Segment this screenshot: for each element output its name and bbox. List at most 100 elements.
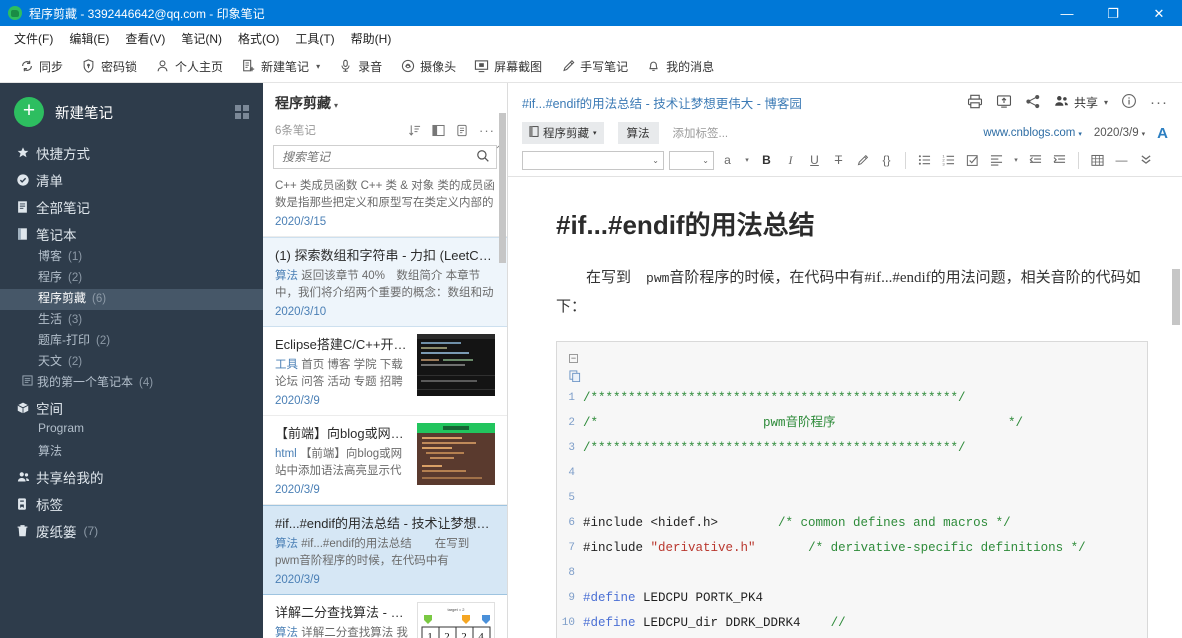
chevron-down-icon[interactable]: ▾ — [334, 101, 338, 110]
code-copy-button[interactable] — [557, 368, 1147, 386]
text-color-icon[interactable]: a — [717, 150, 738, 170]
sidebar-item-all-notes[interactable]: 全部笔记 — [0, 193, 263, 220]
sidebar-item-checklist[interactable]: 清单 — [0, 166, 263, 193]
code-block[interactable]: − 1 /***********************************… — [556, 340, 1148, 638]
document-heading: #if...#endif的用法总结 — [556, 210, 815, 240]
sort-icon[interactable] — [408, 124, 421, 137]
note-list-scrollbar[interactable] — [499, 83, 506, 638]
toolbar-screenshot[interactable]: 屏幕截图 — [465, 54, 551, 79]
more-icon[interactable]: ··· — [1150, 94, 1168, 111]
italic-icon[interactable]: I — [780, 150, 801, 170]
sidebar-item-notebooks[interactable]: 笔记本 — [0, 220, 263, 247]
editor-scrollbar[interactable] — [1172, 269, 1180, 638]
sidebar-notebook-blog[interactable]: 博客 (1) — [0, 247, 263, 268]
menu-item-help[interactable]: 帮助(H) — [343, 27, 400, 50]
bullet-list-icon[interactable] — [914, 150, 935, 170]
share-link-icon[interactable] — [1025, 94, 1041, 112]
list-item[interactable]: (1) 探索数组和字符串 - 力扣 (LeetCode) 算法 返回该章节 40… — [263, 237, 507, 327]
sidebar-notebook-life[interactable]: 生活 (3) — [0, 310, 263, 331]
horizontal-rule-icon[interactable]: — — [1111, 150, 1132, 170]
toolbar-camera[interactable]: 摄像头 — [391, 54, 465, 79]
toolbar-sync[interactable]: 同步 — [10, 54, 72, 79]
maximize-button[interactable]: ❐ — [1090, 0, 1136, 26]
tag-chip[interactable]: 算法 — [617, 122, 659, 144]
sidebar-item-space[interactable]: 空间 — [0, 394, 263, 421]
chevron-down-icon[interactable]: ▾ — [316, 62, 320, 71]
toolbar-password-lock[interactable]: 密码锁 — [72, 54, 146, 79]
chevron-down-icon[interactable]: ▾ — [1010, 150, 1022, 170]
chevron-down-icon[interactable]: ▾ — [741, 150, 753, 170]
font-style-icon[interactable]: A — [1157, 125, 1168, 142]
menu-item-file[interactable]: 文件(F) — [6, 27, 61, 50]
list-item-selected[interactable]: #if...#endif的用法总结 - 技术让梦想更伟... 算法 #if...… — [263, 505, 507, 595]
font-family-select[interactable]: ⌄ — [522, 150, 664, 170]
note-list-title[interactable]: 程序剪藏 ▾ — [275, 93, 495, 113]
toolbar-new-note[interactable]: 新建笔记 ▾ — [232, 54, 329, 79]
sidebar-notebook-astronomy[interactable]: 天文 (2) — [0, 352, 263, 373]
search-icon[interactable] — [476, 149, 490, 166]
toolbar-personal-home[interactable]: 个人主页 — [146, 54, 232, 79]
align-icon[interactable] — [986, 150, 1007, 170]
present-icon[interactable] — [996, 94, 1012, 112]
sidebar-item-trash[interactable]: 废纸篓 (7) — [0, 517, 263, 544]
list-item[interactable]: Eclipse搭建C/C++开发... 工具 首页 博客 学院 下载 论坛 问答… — [263, 327, 507, 416]
sidebar-item-shortcuts[interactable]: 快捷方式 — [0, 139, 263, 166]
strikethrough-icon[interactable]: T — [828, 150, 849, 170]
code-line-number: 8 — [568, 566, 575, 579]
share-button[interactable]: 共享 ▾ — [1054, 94, 1108, 111]
notebook-selector[interactable]: 程序剪藏 ▾ — [522, 122, 604, 144]
add-tag-input[interactable]: 添加标签... — [673, 125, 729, 141]
note-content[interactable]: #if...#endif的用法总结 在写到 pwm音阶程序的时候，在代码中有#i… — [508, 177, 1182, 638]
sidebar-space-program[interactable]: Program — [0, 421, 263, 442]
bold-icon[interactable]: B — [756, 150, 777, 170]
more-icon[interactable]: ··· — [479, 123, 495, 138]
grid-view-icon[interactable] — [235, 105, 249, 119]
checkbox-list-icon[interactable] — [962, 150, 983, 170]
list-item[interactable]: 【前端】向blog或网站中... html 【前端】向blog或网站中添加语法高… — [263, 416, 507, 505]
outdent-icon[interactable] — [1025, 150, 1046, 170]
menu-item-tools[interactable]: 工具(T) — [287, 27, 342, 50]
note-source-title[interactable]: #if...#endif的用法总结 - 技术让梦想更伟大 - 博客园 — [522, 93, 955, 112]
search-box[interactable] — [273, 145, 497, 169]
list-item[interactable]: 详解二分查找算法 - mur... 算法 详解二分查找算法 我周围的人几乎都认为… — [263, 595, 507, 638]
numbered-list-icon[interactable]: 123 — [938, 150, 959, 170]
note-date-meta[interactable]: 2020/3/9 ▾ — [1094, 127, 1145, 139]
code-collapse-toggle[interactable]: − — [557, 350, 1147, 368]
menu-item-edit[interactable]: 编辑(E) — [61, 27, 117, 50]
sidebar-item-shared-with-me[interactable]: 共享给我的 — [0, 463, 263, 490]
sidebar-notebook-my-first[interactable]: 我的第一个笔记本 (4) — [0, 373, 263, 394]
toolbar-record-audio[interactable]: 录音 — [329, 54, 391, 79]
code-braces-icon[interactable]: {} — [876, 150, 897, 170]
list-item[interactable]: C++类成员函数 | 菜鸟教程 C++ 类成员函数 C++ 类 & 对象 类的成… — [263, 175, 507, 237]
chevron-down-icon[interactable]: ▾ — [1078, 131, 1082, 138]
close-button[interactable]: ✕ — [1136, 0, 1182, 26]
more-format-icon[interactable] — [1135, 150, 1156, 170]
notebook-icon — [16, 227, 36, 241]
view-layout-icon[interactable] — [432, 124, 445, 137]
underline-icon[interactable]: U — [804, 150, 825, 170]
print-icon[interactable] — [967, 94, 983, 112]
toolbar-my-messages[interactable]: 我的消息 — [637, 54, 723, 79]
note-view-icon[interactable] — [456, 124, 468, 137]
sidebar-notebook-program[interactable]: 程序 (2) — [0, 268, 263, 289]
menu-item-view[interactable]: 查看(V) — [117, 27, 173, 50]
toolbar-handwriting[interactable]: 手写笔记 — [551, 54, 637, 79]
menu-item-format[interactable]: 格式(O) — [230, 27, 287, 50]
sidebar-space-algorithm[interactable]: 算法 — [0, 442, 263, 463]
info-icon[interactable] — [1121, 93, 1137, 112]
new-note-button[interactable]: + 新建笔记 — [0, 83, 263, 139]
indent-icon[interactable] — [1049, 150, 1070, 170]
font-size-select[interactable]: ⌄ — [669, 150, 714, 170]
highlight-icon[interactable] — [852, 150, 873, 170]
menu-item-note[interactable]: 笔记(N) — [173, 27, 230, 50]
sidebar-notebook-program-clip[interactable]: 程序剪藏 (6) — [0, 289, 263, 310]
sidebar-item-tags[interactable]: 标签 — [0, 490, 263, 517]
minimize-button[interactable]: — — [1044, 0, 1090, 26]
source-url[interactable]: www.cnblogs.com ▾ — [983, 127, 1082, 139]
chevron-down-icon[interactable]: ▾ — [593, 129, 597, 137]
sidebar-notebook-question-bank[interactable]: 题库-打印 (2) — [0, 331, 263, 352]
search-input[interactable] — [280, 149, 476, 165]
chevron-down-icon[interactable]: ▾ — [1104, 98, 1108, 107]
chevron-down-icon[interactable]: ▾ — [1142, 131, 1146, 138]
table-icon[interactable] — [1087, 150, 1108, 170]
